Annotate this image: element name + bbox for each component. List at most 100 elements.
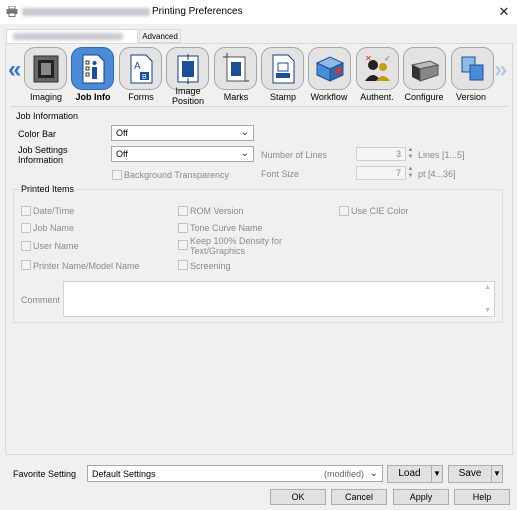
printed-items-title: Printed Items <box>19 184 77 194</box>
tone-curve-name-label: Tone Curve Name <box>190 223 263 233</box>
configure-label[interactable]: Configure <box>397 92 451 102</box>
spin-up-icon[interactable]: ▲ <box>406 166 415 173</box>
job-name-checkbox[interactable] <box>21 223 31 233</box>
save-menu-arrow-icon[interactable]: ▼ <box>491 465 503 483</box>
version-button[interactable] <box>451 47 494 90</box>
scroll-down-icon[interactable]: ▼ <box>484 307 491 314</box>
keep-density-label-line1: Keep 100% Density for <box>190 236 283 246</box>
color-bar-dropdown[interactable]: Off ⌄ <box>111 125 254 141</box>
number-of-lines-value: 3 <box>395 149 401 159</box>
comment-label: Comment <box>21 295 61 305</box>
job-settings-information-dropdown[interactable]: Off ⌄ <box>111 146 254 162</box>
favorite-setting-dropdown[interactable]: Default Settings (modified) ⌄ <box>87 465 383 482</box>
font-size-range: pt [4...36] <box>418 169 456 179</box>
printer-name-label: Printer Name/Model Name <box>33 261 140 271</box>
number-of-lines-spinner[interactable]: ▲ ▼ <box>406 147 415 161</box>
comment-textarea[interactable]: ▲ ▼ <box>63 281 495 317</box>
use-cie-color-checkbox[interactable] <box>339 206 349 216</box>
configure-button[interactable] <box>403 47 446 90</box>
stamp-icon <box>272 54 295 84</box>
workflow-button[interactable] <box>308 47 351 90</box>
workflow-icon <box>315 56 345 82</box>
marks-label[interactable]: Marks <box>209 92 263 102</box>
tab-advanced[interactable]: Advanced <box>139 29 181 43</box>
job-settings-value: Off <box>116 149 128 159</box>
printer-name-redacted <box>22 8 150 16</box>
keep-density-label-line2: Text/Graphics <box>190 246 246 256</box>
svg-text:✕: ✕ <box>365 54 372 63</box>
close-button[interactable]: ✕ <box>494 2 514 22</box>
spin-down-icon[interactable]: ▼ <box>406 173 415 180</box>
job-info-icon <box>82 54 105 84</box>
screening-checkbox[interactable] <box>178 260 188 270</box>
apply-button[interactable]: Apply <box>393 489 449 505</box>
ok-button[interactable]: OK <box>270 489 326 505</box>
date-time-checkbox[interactable] <box>21 206 31 216</box>
tab-printer-settings[interactable] <box>6 29 138 43</box>
forms-icon: A B <box>130 54 153 84</box>
job-settings-label-line1: Job Settings <box>18 145 68 155</box>
toolbar-divider <box>10 106 508 107</box>
version-label[interactable]: Version <box>444 92 498 102</box>
background-transparency-label: Background Transparency <box>124 170 230 180</box>
authentication-label[interactable]: Authent. <box>350 92 404 102</box>
font-size-input[interactable]: 7 <box>356 166 406 180</box>
marks-button[interactable] <box>214 47 257 90</box>
keep-density-label: Keep 100% Density for Text/Graphics <box>190 236 282 256</box>
svg-text:✓: ✓ <box>384 54 391 63</box>
number-of-lines-input[interactable]: 3 <box>356 147 406 161</box>
authentication-icon: ✕ ✓ <box>365 54 391 81</box>
favorite-setting-label: Favorite Setting <box>13 469 77 479</box>
forms-button[interactable]: A B <box>119 47 162 90</box>
stamp-button[interactable] <box>261 47 304 90</box>
imaging-icon <box>33 55 59 83</box>
title-bar: Printing Preferences ✕ <box>0 0 517 24</box>
imaging-button[interactable] <box>24 47 67 90</box>
svg-text:A: A <box>134 61 141 72</box>
user-name-checkbox[interactable] <box>21 241 31 251</box>
spin-up-icon[interactable]: ▲ <box>406 147 415 154</box>
job-information-title: Job Information <box>14 111 81 121</box>
job-name-label: Job Name <box>33 223 75 233</box>
rom-version-checkbox[interactable] <box>178 206 188 216</box>
image-position-label[interactable]: Image Position <box>161 86 215 106</box>
user-name-label: User Name <box>33 241 79 251</box>
imaging-label[interactable]: Imaging <box>19 92 73 102</box>
job-settings-label-line2: Information <box>18 155 64 165</box>
image-position-icon <box>177 54 199 84</box>
font-size-label: Font Size <box>261 169 300 179</box>
font-size-spinner[interactable]: ▲ ▼ <box>406 166 415 180</box>
forms-label[interactable]: Forms <box>114 92 168 102</box>
svg-text:B: B <box>142 74 147 81</box>
job-info-button[interactable] <box>71 47 114 90</box>
image-position-label-line1: Image <box>175 86 201 96</box>
job-settings-information-label: Job Settings Information <box>18 145 68 165</box>
chevron-down-icon: ⌄ <box>369 468 378 479</box>
job-info-label[interactable]: Job Info <box>66 92 120 102</box>
printer-name-checkbox[interactable] <box>21 260 31 270</box>
date-time-label: Date/Time <box>33 206 75 216</box>
color-bar-label: Color Bar <box>18 129 57 139</box>
scroll-left-arrow-icon[interactable]: « <box>8 58 21 84</box>
load-menu-arrow-icon[interactable]: ▼ <box>431 465 443 483</box>
chevron-down-icon: ⌄ <box>240 148 249 159</box>
scroll-up-icon[interactable]: ▲ <box>484 284 491 291</box>
window-title: Printing Preferences <box>152 6 243 17</box>
number-of-lines-label: Number of Lines <box>261 150 328 160</box>
favorite-setting-value: Default Settings <box>92 469 156 479</box>
tone-curve-name-checkbox[interactable] <box>178 223 188 233</box>
rom-version-label: ROM Version <box>190 206 244 216</box>
spin-down-icon[interactable]: ▼ <box>406 154 415 161</box>
marks-icon <box>223 53 249 82</box>
help-button[interactable]: Help <box>454 489 510 505</box>
scroll-right-arrow-icon[interactable]: » <box>494 58 507 84</box>
authentication-button[interactable]: ✕ ✓ <box>356 47 399 90</box>
background-transparency-checkbox[interactable] <box>112 170 122 180</box>
keep-density-checkbox[interactable] <box>178 240 188 250</box>
image-position-button[interactable] <box>166 47 209 90</box>
font-size-value: 7 <box>395 168 401 178</box>
save-button[interactable]: Save <box>448 465 492 483</box>
load-button[interactable]: Load <box>387 465 432 483</box>
workflow-label[interactable]: Workflow <box>302 92 356 102</box>
cancel-button[interactable]: Cancel <box>331 489 387 505</box>
